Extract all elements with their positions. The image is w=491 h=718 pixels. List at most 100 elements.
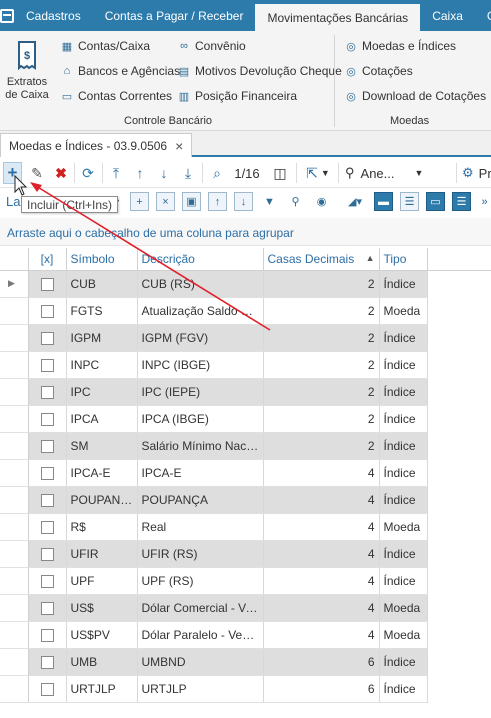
cell-casas-decimais[interactable]: 4 <box>263 459 380 487</box>
row-checkbox[interactable] <box>40 574 54 588</box>
row-select-cell[interactable] <box>28 297 67 325</box>
cell-simbolo[interactable]: FGTS <box>66 297 138 325</box>
convenio-button[interactable]: ∞ Convênio <box>177 39 246 53</box>
cell-simbolo[interactable]: POUPANÇA <box>66 486 138 514</box>
cell-tipo[interactable]: Índice <box>379 270 428 298</box>
attachments-dropdown[interactable]: ⚲ Ane... ▼ <box>345 162 451 184</box>
cell-simbolo[interactable]: INPC <box>66 351 138 379</box>
pin-button[interactable]: ⚲ <box>286 192 305 211</box>
row-checkbox[interactable] <box>40 520 54 534</box>
cell-tipo[interactable]: Índice <box>379 459 428 487</box>
contas-correntes-button[interactable]: ▭ Contas Correntes <box>60 89 172 103</box>
tab-contas-pagar-receber[interactable]: Contas a Pagar / Receber <box>93 0 256 31</box>
table-row[interactable]: IPCA IPCA (IBGE) 2 Índice <box>0 405 491 433</box>
extratos-de-caixa-button[interactable]: $ Extratos de Caixa <box>4 40 50 102</box>
row-checkbox[interactable] <box>40 358 54 372</box>
cell-descricao[interactable]: INPC (IBGE) <box>137 351 264 379</box>
upload-layout-button[interactable]: ↑ <box>208 192 227 211</box>
cell-casas-decimais[interactable]: 2 <box>263 378 380 406</box>
cell-descricao[interactable]: Real <box>137 513 264 541</box>
cotacoes-button[interactable]: ◎ Cotações <box>344 64 413 78</box>
search-button[interactable]: ⌕ <box>207 162 227 184</box>
table-row[interactable]: SM Salário Mínimo Nacional 2 Índice <box>0 432 491 460</box>
row-select-cell[interactable] <box>28 351 67 379</box>
paint-button[interactable]: ▼ <box>260 192 279 211</box>
tab-caixa[interactable]: Caixa <box>420 0 475 31</box>
table-row[interactable]: ▶ CUB CUB (RS) 2 Índice <box>0 270 491 298</box>
cell-tipo[interactable]: Índice <box>379 675 428 703</box>
row-checkbox[interactable] <box>40 628 54 642</box>
row-select-cell[interactable] <box>28 567 67 595</box>
row-select-cell[interactable] <box>28 513 67 541</box>
row-select-cell[interactable] <box>28 594 67 622</box>
tab-movimentacoes-bancarias[interactable]: Movimentações Bancárias <box>255 4 421 31</box>
first-record-button[interactable]: ⤒ <box>107 162 125 184</box>
cell-tipo[interactable]: Índice <box>379 351 428 379</box>
remove-row-button[interactable]: × <box>156 192 175 211</box>
row-checkbox[interactable] <box>40 466 54 480</box>
cell-simbolo[interactable]: IPCA <box>66 405 138 433</box>
table-row[interactable]: UMB UMBND 6 Índice <box>0 648 491 676</box>
table-row[interactable]: UFIR UFIR (RS) 4 Índice <box>0 540 491 568</box>
download-cotacoes-button[interactable]: ◎ Download de Cotações <box>344 89 486 103</box>
posicao-financeira-button[interactable]: ▥ Posição Financeira <box>177 89 297 103</box>
cell-tipo[interactable]: Índice <box>379 567 428 595</box>
cell-casas-decimais[interactable]: 2 <box>263 270 380 298</box>
next-record-button[interactable]: ↓ <box>155 162 173 184</box>
delete-button[interactable]: ✖ <box>52 162 70 184</box>
cell-casas-decimais[interactable]: 4 <box>263 513 380 541</box>
edit-button[interactable]: ✎ <box>28 162 46 184</box>
more-button[interactable]: » <box>478 192 491 211</box>
row-select-cell[interactable] <box>28 540 67 568</box>
cell-tipo[interactable]: Índice <box>379 405 428 433</box>
row-checkbox[interactable] <box>40 655 54 669</box>
cell-simbolo[interactable]: IGPM <box>66 324 138 352</box>
download-layout-button[interactable]: ↓ <box>234 192 253 211</box>
save-layout-button[interactable]: ▣ <box>182 192 201 211</box>
cell-casas-decimais[interactable]: 2 <box>263 432 380 460</box>
cell-descricao[interactable]: Dólar Comercial - Ven... <box>137 594 264 622</box>
table-row[interactable]: IPC IPC (IEPE) 2 Índice <box>0 378 491 406</box>
close-icon[interactable]: × <box>175 138 183 154</box>
cell-simbolo[interactable]: IPCA-E <box>66 459 138 487</box>
cell-simbolo[interactable]: IPC <box>66 378 138 406</box>
table-row[interactable]: R$ Real 4 Moeda <box>0 513 491 541</box>
last-record-button[interactable]: ⤓ <box>179 162 197 184</box>
document-tab-moedas-indices[interactable]: Moedas e Índices - 03.9.0506 × <box>0 133 193 157</box>
row-checkbox[interactable] <box>40 385 54 399</box>
cell-simbolo[interactable]: US$ <box>66 594 138 622</box>
cell-casas-decimais[interactable]: 2 <box>263 405 380 433</box>
cell-tipo[interactable]: Índice <box>379 432 428 460</box>
cell-casas-decimais[interactable]: 2 <box>263 324 380 352</box>
column-header-casas-decimais[interactable]: Casas Decimais ▲ <box>263 248 380 271</box>
cell-descricao[interactable]: Dólar Paralelo - Venda <box>137 621 264 649</box>
group-by-area[interactable]: Arraste aqui o cabeçalho de uma coluna p… <box>0 218 491 246</box>
cell-casas-decimais[interactable]: 6 <box>263 648 380 676</box>
cell-descricao[interactable]: URTJLP <box>137 675 264 703</box>
cell-tipo[interactable]: Moeda <box>379 513 428 541</box>
cell-descricao[interactable]: UMBND <box>137 648 264 676</box>
refresh-button[interactable]: ⟳ <box>79 162 97 184</box>
row-checkbox[interactable] <box>40 682 54 696</box>
cell-descricao[interactable]: IPCA (IBGE) <box>137 405 264 433</box>
cell-simbolo[interactable]: UMB <box>66 648 138 676</box>
cell-casas-decimais[interactable]: 4 <box>263 567 380 595</box>
tab-cadastros[interactable]: Cadastros <box>14 0 93 31</box>
cell-descricao[interactable]: UPF (RS) <box>137 567 264 595</box>
column-header-simbolo[interactable]: Símbolo <box>66 248 138 271</box>
cell-tipo[interactable]: Moeda <box>379 297 428 325</box>
cell-descricao[interactable]: IPCA-E <box>137 459 264 487</box>
cell-descricao[interactable]: Atualização Saldo FGTS <box>137 297 264 325</box>
export-button[interactable]: ⇱ ▼ <box>302 162 334 184</box>
row-select-cell[interactable] <box>28 270 67 298</box>
row-select-cell[interactable] <box>28 405 67 433</box>
layout-option-2-button[interactable]: ☰ <box>400 192 419 211</box>
cell-simbolo[interactable]: R$ <box>66 513 138 541</box>
settings-button[interactable]: ⚙ Pr <box>462 162 491 184</box>
cell-tipo[interactable]: Índice <box>379 324 428 352</box>
app-menu-button[interactable] <box>0 0 14 31</box>
cell-casas-decimais[interactable]: 4 <box>263 486 380 514</box>
cell-descricao[interactable]: IGPM (FGV) <box>137 324 264 352</box>
table-row[interactable]: INPC INPC (IBGE) 2 Índice <box>0 351 491 379</box>
table-row[interactable]: US$ Dólar Comercial - Ven... 4 Moeda <box>0 594 491 622</box>
